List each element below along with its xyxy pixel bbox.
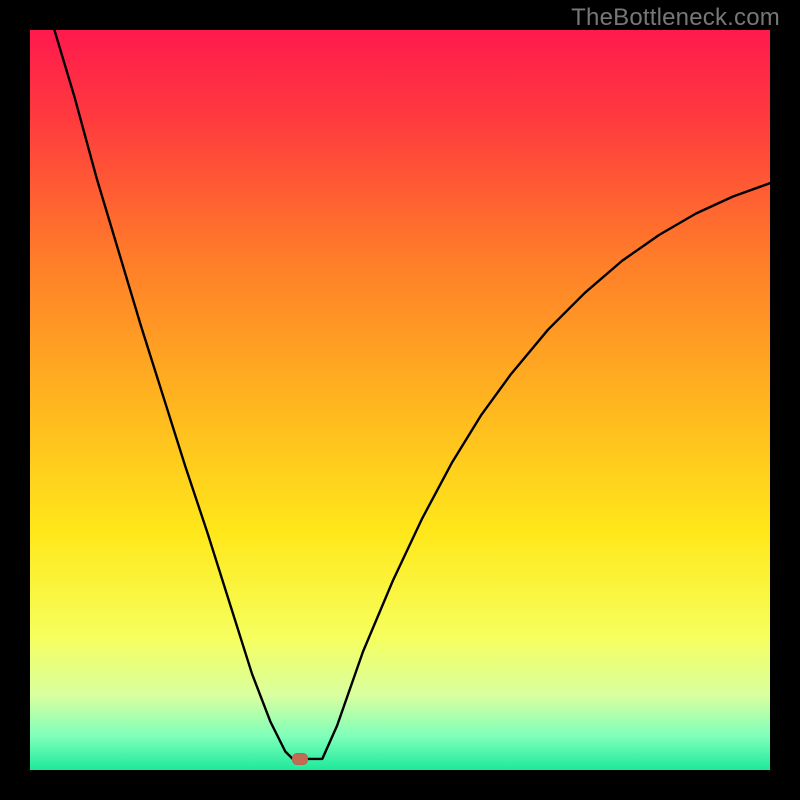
- plot-svg: [30, 30, 770, 770]
- chart-frame: TheBottleneck.com: [0, 0, 800, 800]
- plot-area: [30, 30, 770, 770]
- gradient-background: [30, 30, 770, 770]
- optimal-marker: [292, 753, 308, 765]
- watermark-text: TheBottleneck.com: [571, 4, 780, 32]
